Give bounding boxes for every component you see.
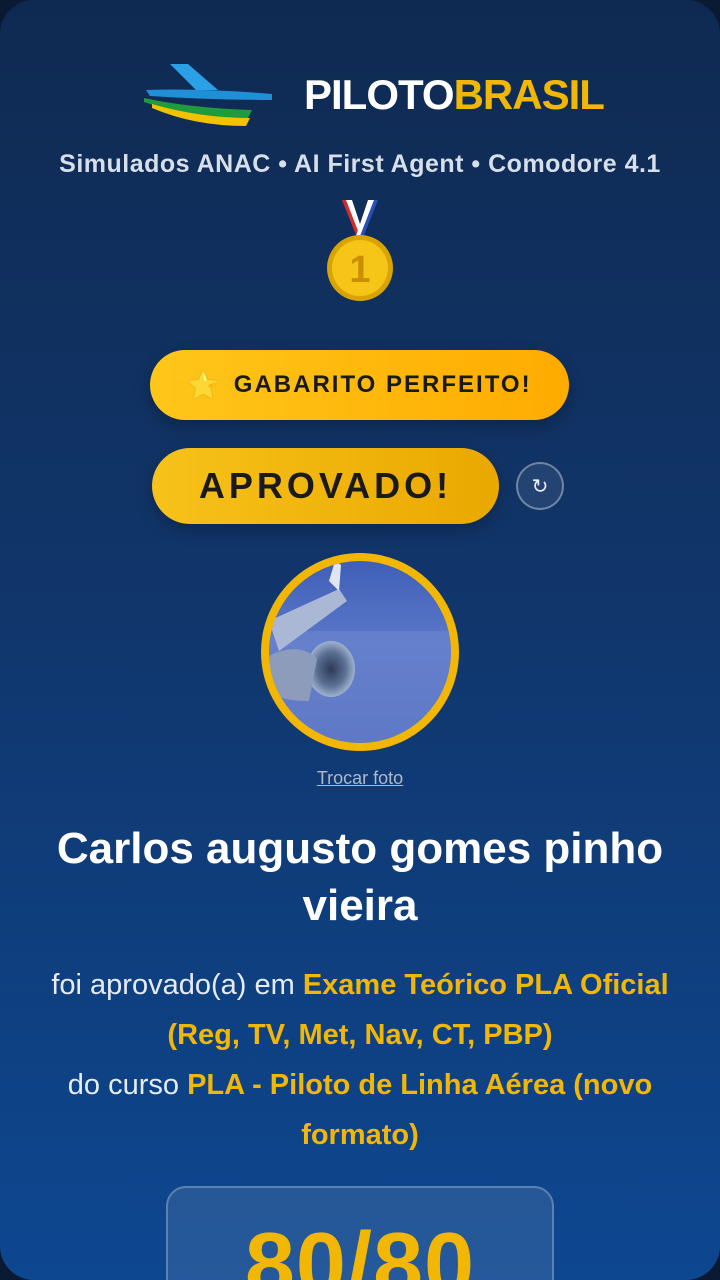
approval-prefix: foi aprovado(a) em (51, 969, 295, 1001)
avatar (261, 553, 459, 751)
medal-number: 1 (349, 249, 370, 291)
score-box: 80/80 (166, 1186, 554, 1280)
approved-label: APROVADO! (198, 465, 453, 506)
change-photo-link[interactable]: Trocar foto (0, 768, 720, 789)
approved-badge: APROVADO! (152, 448, 499, 524)
brand-name-part1: PILOTO (304, 71, 455, 118)
approval-description: foi aprovado(a) em Exame Teórico PLA Ofi… (30, 960, 690, 1160)
course-name: PLA - Piloto de Linha Aérea (novo format… (187, 1069, 653, 1151)
brand-name-part2: BRASIL (453, 71, 605, 118)
avatar-photo (269, 561, 451, 743)
refresh-button[interactable]: ↻ (516, 462, 564, 510)
brand-name: PILOTOBRASIL (304, 71, 605, 119)
first-place-medal-icon: 1 (327, 200, 393, 301)
student-name: Carlos augusto gomes pinho vieira (56, 824, 664, 930)
course-prefix: do curso (67, 1069, 180, 1101)
score-value: 80/80 (244, 1215, 476, 1280)
perfect-score-badge: ⭐ GABARITO PERFEITO! (150, 350, 569, 420)
airplane-wing-photo (269, 561, 451, 743)
subtitle: Simulados ANAC • AI First Agent • Comodo… (59, 150, 661, 178)
certificate-card: PILOTOBRASIL Simulados ANAC • AI First A… (0, 0, 720, 1280)
brand-header: PILOTOBRASIL (140, 60, 605, 130)
refresh-icon: ↻ (531, 475, 549, 498)
perfect-score-label: GABARITO PERFEITO! (233, 371, 532, 398)
star-icon: ⭐ (187, 369, 222, 400)
airplane-logo-icon (144, 64, 272, 126)
